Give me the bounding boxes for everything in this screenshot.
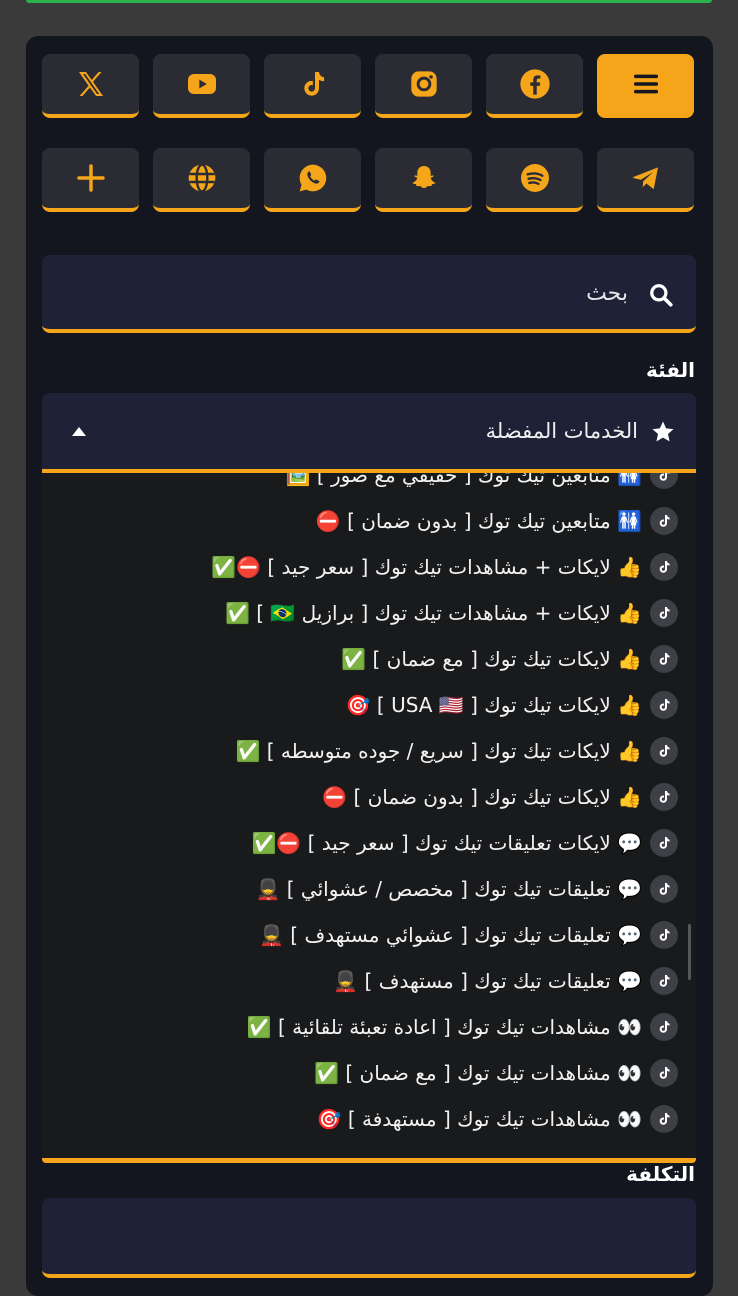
category-option-label: 💬 تعليقات تيك توك [ مخصص / عشوائي ] 💂 <box>255 877 642 901</box>
tiktok-icon <box>303 72 324 96</box>
list-scrollbar[interactable] <box>688 924 691 980</box>
tiktok-icon <box>650 599 678 627</box>
facebook-button[interactable] <box>486 54 583 118</box>
category-option-label: 👍 لايكات تيك توك [ بدون ضمان ] ⛔ <box>322 785 642 809</box>
category-option-label: 🚻 متابعين تيك توك [ حقيقي مع صور ] 🖼️ <box>285 473 642 487</box>
category-option[interactable]: 👀 مشاهدات تيك توك [ اعادة تعبئة تلقائية … <box>247 1007 678 1047</box>
caret-up-icon[interactable] <box>72 427 86 436</box>
category-option-label: 🚻 متابعين تيك توك [ بدون ضمان ] ⛔ <box>315 509 642 533</box>
category-option[interactable]: 👍 لايكات + مشاهدات تيك توك [ برازيل 🇧🇷 ]… <box>225 593 678 633</box>
menu-button[interactable] <box>597 54 694 118</box>
top-status-line <box>26 0 712 3</box>
tiktok-button[interactable] <box>264 54 361 118</box>
category-option-label: 💬 تعليقات تيك توك [ عشوائي مستهدف ] 💂 <box>259 923 642 947</box>
whatsapp-icon <box>299 164 326 192</box>
category-option-label: 👍 لايكات تيك توك [ USA 🇺🇸 ] 🎯 <box>345 693 642 717</box>
instagram-button[interactable] <box>375 54 472 118</box>
tiktok-icon <box>650 1059 678 1087</box>
youtube-icon <box>187 74 216 94</box>
category-option[interactable]: 🚻 متابعين تيك توك [ حقيقي مع صور ] 🖼️ <box>286 473 678 495</box>
spotify-icon <box>520 164 549 192</box>
category-select[interactable]: الخدمات المفضلة <box>42 393 696 473</box>
category-options-list[interactable]: 🚻 متابعين تيك توك [ حقيقي مع صور ] 🖼️ 🚻 م… <box>42 473 696 1163</box>
tiktok-icon <box>650 691 678 719</box>
category-option-label: 👍 لايكات تيك توك [ مع ضمان ] ✅ <box>341 647 642 671</box>
youtube-button[interactable] <box>153 54 250 118</box>
website-button[interactable] <box>153 148 250 212</box>
category-option-label: 💬 تعليقات تيك توك [ مستهدف ] 💂 <box>333 969 642 993</box>
category-option-label: 👍 لايكات + مشاهدات تيك توك [ برازيل 🇧🇷 ]… <box>224 601 642 625</box>
category-option-label: 👀 مشاهدات تيك توك [ مستهدفة ] 🎯 <box>316 1107 642 1131</box>
globe-icon <box>188 163 215 193</box>
list-bottom-border <box>42 1158 696 1163</box>
social-row-2 <box>42 148 694 212</box>
category-option-label: 💬 لايكات تعليقات تيك توك [ سعر جيد ] ⛔✅ <box>251 831 642 855</box>
page-right-edge <box>716 0 738 1280</box>
category-label: الفئة <box>645 358 695 382</box>
tiktok-icon <box>650 829 678 857</box>
tiktok-icon <box>650 507 678 535</box>
category-option[interactable]: 🚻 متابعين تيك توك [ بدون ضمان ] ⛔ <box>316 501 678 541</box>
tiktok-icon <box>650 1105 678 1133</box>
instagram-icon <box>410 71 437 97</box>
category-option[interactable]: 💬 تعليقات تيك توك [ عشوائي مستهدف ] 💂 <box>259 915 678 955</box>
social-row-1 <box>42 54 694 118</box>
whatsapp-button[interactable] <box>264 148 361 212</box>
order-panel: بحث الفئة الخدمات المفضلة 🚻 متابعين تيك … <box>26 36 713 1296</box>
tiktok-icon <box>650 783 678 811</box>
tiktok-icon <box>650 645 678 673</box>
telegram-icon <box>632 167 658 190</box>
tiktok-icon <box>650 1013 678 1041</box>
snapchat-button[interactable] <box>375 148 472 212</box>
facebook-icon <box>519 69 550 99</box>
tiktok-icon <box>650 967 678 995</box>
spotify-button[interactable] <box>486 148 583 212</box>
tiktok-icon <box>650 875 678 903</box>
category-option[interactable]: 👍 لايكات تيك توك [ سريع / جوده متوسطه ] … <box>235 731 678 771</box>
tiktok-icon <box>650 921 678 949</box>
tiktok-icon <box>650 473 678 489</box>
category-selected-value: الخدمات المفضلة <box>485 419 638 443</box>
search-field[interactable]: بحث <box>42 255 696 333</box>
category-option-label: 👍 لايكات + مشاهدات تيك توك [ سعر جيد ] ⛔… <box>211 555 642 579</box>
category-option[interactable]: 👍 لايكات + مشاهدات تيك توك [ سعر جيد ] ⛔… <box>211 547 678 587</box>
tiktok-icon <box>650 553 678 581</box>
category-option-label: 👍 لايكات تيك توك [ سريع / جوده متوسطه ] … <box>235 739 642 763</box>
cost-label: التكلفة <box>626 1162 695 1186</box>
search-placeholder: بحث <box>586 281 628 306</box>
cost-field <box>42 1198 696 1278</box>
star-icon <box>652 421 674 442</box>
search-icon <box>650 284 673 307</box>
category-option[interactable]: 👍 لايكات تيك توك [ USA 🇺🇸 ] 🎯 <box>346 685 678 725</box>
category-option[interactable]: 👍 لايكات تيك توك [ مع ضمان ] ✅ <box>341 639 678 679</box>
category-option[interactable]: 💬 تعليقات تيك توك [ مستهدف ] 💂 <box>333 961 678 1001</box>
more-services-button[interactable] <box>42 148 139 212</box>
tiktok-icon <box>650 737 678 765</box>
x-twitter-icon <box>78 72 103 96</box>
telegram-button[interactable] <box>597 148 694 212</box>
x-twitter-button[interactable] <box>42 54 139 118</box>
snapchat-icon <box>412 166 435 189</box>
category-option[interactable]: 💬 لايكات تعليقات تيك توك [ سعر جيد ] ⛔✅ <box>251 823 678 863</box>
category-option[interactable]: 👍 لايكات تيك توك [ بدون ضمان ] ⛔ <box>322 777 678 817</box>
plus-icon <box>76 164 105 192</box>
category-option[interactable]: 👀 مشاهدات تيك توك [ مع ضمان ] ✅ <box>314 1053 678 1093</box>
category-option[interactable]: 👀 مشاهدات تيك توك [ مستهدفة ] 🎯 <box>317 1099 678 1139</box>
menu-icon <box>633 74 658 94</box>
category-option-label: 👀 مشاهدات تيك توك [ مع ضمان ] ✅ <box>314 1061 642 1085</box>
category-option[interactable]: 💬 تعليقات تيك توك [ مخصص / عشوائي ] 💂 <box>256 869 678 909</box>
category-option-label: 👀 مشاهدات تيك توك [ اعادة تعبئة تلقائية … <box>246 1015 642 1039</box>
